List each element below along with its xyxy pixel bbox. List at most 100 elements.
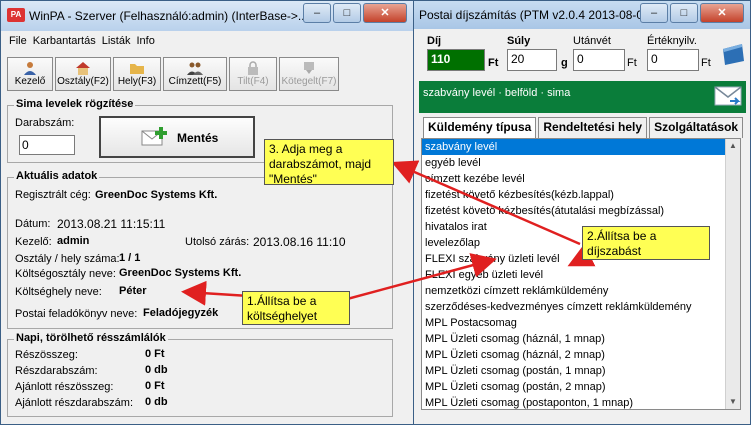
utanvet-label: Utánvét — [573, 35, 611, 47]
tab-rendeltetesi-hely[interactable]: Rendeltetési hely — [538, 117, 648, 138]
ertekny-label: Értéknyilv. — [647, 35, 697, 47]
kotegelt-button[interactable]: Kötegelt(F7) — [279, 57, 339, 91]
list-item[interactable]: MPL Üzleti csomag (postán, 2 mnap) — [422, 379, 740, 395]
list-item[interactable]: egyéb levél — [422, 155, 740, 171]
cimzett-button[interactable]: Címzett(F5) — [163, 57, 227, 91]
kezelo-value: admin — [57, 235, 90, 247]
utanvet-input[interactable]: 0 — [573, 49, 625, 71]
datum-label: Dátum: — [15, 218, 51, 230]
reszosszeg-label: Részösszeg: — [15, 349, 78, 361]
ertekny-input[interactable]: 0 — [647, 49, 699, 71]
selection-summary: szabvány levél · belföld · sima — [423, 87, 571, 99]
suly-input[interactable]: 20 — [507, 49, 557, 71]
postbox-icon[interactable] — [720, 41, 746, 67]
maximize-button[interactable]: □ — [333, 3, 361, 23]
mail-icon[interactable] — [714, 85, 742, 107]
tab-kuldemeny-tipusa[interactable]: Küldemény típusa — [423, 117, 537, 140]
osztaly-hely-label: Osztály / hely száma: — [15, 253, 120, 265]
app-icon: PA — [7, 8, 25, 22]
close-button[interactable]: ✕ — [363, 3, 407, 23]
folder-icon — [130, 64, 144, 74]
feladokonyv-label: Postai feladókönyv neve: — [15, 308, 138, 320]
tab-bar: Küldemény típusa Rendeltetési hely Szolg… — [423, 117, 745, 140]
list-item[interactable]: MPL Üzleti csomag (háznál, 2 mnap) — [422, 347, 740, 363]
menu-listak[interactable]: Listák — [102, 35, 131, 53]
title-bar[interactable]: PA WinPA - Szerver (Felhasználó:admin) (… — [1, 1, 413, 31]
osztaly-hely-value: 1 / 1 — [119, 252, 141, 264]
kezelo-label: Kezelő: — [15, 236, 52, 248]
menu-file[interactable]: File — [9, 35, 27, 53]
winpa-window: PA WinPA - Szerver (Felhasználó:admin) (… — [0, 0, 414, 425]
aktualis-adatok-title: Aktuális adatok — [14, 170, 100, 182]
list-item[interactable]: MPL Üzleti csomag (postaponton, 1 mnap) — [422, 395, 740, 409]
list-item[interactable]: nemzetközi címzett reklámküldemény — [422, 283, 740, 299]
minimize-button[interactable]: – — [640, 3, 668, 23]
fee-fields: Díj 110 Ft Súly 20 g Utánvét 0 Ft Értékn… — [421, 35, 750, 81]
dij-field: 110 — [427, 49, 485, 71]
postai-dijszamitas-window: Postai díjszámítás (PTM v2.0.4 2013-08-0… — [412, 0, 751, 425]
list-item[interactable]: MPL Üzleti csomag (postán, 1 mnap) — [422, 363, 740, 379]
suly-unit: g — [561, 57, 568, 69]
people-icon — [187, 62, 203, 75]
ertekny-unit: Ft — [701, 57, 711, 69]
callout-step3: 3. Adja meg a darabszámot, majd "Mentés" — [264, 139, 394, 186]
hely-button[interactable]: Hely(F3) — [113, 57, 161, 91]
window-title: WinPA - Szerver (Felhasználó:admin) (Int… — [29, 9, 308, 23]
tilt-button[interactable]: Tilt(F4) — [229, 57, 277, 91]
list-item[interactable]: fizetést követő kézbesítés(kézb.lappal) — [422, 187, 740, 203]
title-bar[interactable]: Postai díjszámítás (PTM v2.0.4 2013-08-0… — [413, 1, 750, 29]
toolbar: Kezelő Osztály(F2) Hely(F3) Címzett(F5) … — [7, 57, 391, 93]
envelope-add-icon — [141, 127, 167, 146]
koltseghely-label: Költséghely neve: — [15, 286, 102, 298]
ajanlott-reszdarabszam-value: 0 db — [145, 396, 168, 408]
list-item[interactable]: címzett kezébe levél — [422, 171, 740, 187]
reszdarabszam-label: Részdarabszám: — [15, 365, 98, 377]
ajanlott-reszosszeg-value: 0 Ft — [145, 380, 165, 392]
ajanlott-reszdarabszam-label: Ajánlott részdarabszám: — [15, 397, 133, 409]
koltsegosztaly-label: Költségosztály neve: — [15, 268, 116, 280]
menu-bar: File Karbantartás Listák Info — [9, 35, 155, 53]
callout-step2: 2.Állítsa be a díjszabást — [582, 226, 710, 260]
reg-ceg-label: Regisztrált cég: — [15, 189, 91, 201]
menu-karbantartas[interactable]: Karbantartás — [33, 35, 96, 53]
minimize-button[interactable]: – — [303, 3, 331, 23]
dij-label: Díj — [427, 35, 442, 47]
suly-label: Súly — [507, 35, 531, 47]
lock-icon — [248, 61, 258, 75]
house-icon — [76, 62, 90, 75]
list-item[interactable]: szabvány levél — [422, 139, 740, 155]
stack-icon — [304, 62, 314, 74]
close-button[interactable]: ✕ — [700, 3, 744, 23]
kezelo-button[interactable]: Kezelő — [7, 57, 53, 91]
datum-value: 2013.08.21 11:15:11 — [57, 217, 166, 231]
darabszam-input[interactable]: 0 — [19, 135, 75, 155]
list-item[interactable]: MPL Postacsomag — [422, 315, 740, 331]
dij-unit: Ft — [488, 57, 499, 69]
scroll-down-icon[interactable]: ▼ — [726, 395, 740, 409]
reszosszeg-value: 0 Ft — [145, 348, 165, 360]
list-item[interactable]: FLEXI egyéb üzleti levél — [422, 267, 740, 283]
scroll-up-icon[interactable]: ▲ — [726, 139, 740, 153]
darabszam-label: Darabszám: — [15, 117, 75, 129]
feladokonyv-value: Feladójegyzék — [143, 307, 219, 319]
list-scrollbar[interactable]: ▲ ▼ — [725, 139, 740, 409]
mentes-button[interactable]: Mentés — [99, 116, 255, 158]
koltseghely-value[interactable]: Péter — [119, 285, 147, 297]
sima-levelek-title: Sima levelek rögzítése — [14, 98, 136, 110]
ajanlott-reszosszeg-label: Ajánlott részösszeg: — [15, 381, 114, 393]
menu-info[interactable]: Info — [136, 35, 154, 53]
reszdarabszam-value: 0 db — [145, 364, 168, 376]
window-title: Postai díjszámítás (PTM v2.0.4 2013-08-0… — [419, 8, 654, 22]
list-item[interactable]: MPL Üzleti csomag (háznál, 1 mnap) — [422, 331, 740, 347]
user-icon — [24, 62, 36, 75]
list-item[interactable]: szerződéses-kedvezményes címzett reklámk… — [422, 299, 740, 315]
osztaly-button[interactable]: Osztály(F2) — [55, 57, 111, 91]
tab-szolgaltatasok[interactable]: Szolgáltatások — [649, 117, 744, 138]
napi-resszamlalok-title: Napi, törölhető résszámlálók — [14, 332, 168, 344]
utolso-zaras-value: 2013.08.16 11:10 — [253, 235, 346, 249]
maximize-button[interactable]: □ — [670, 3, 698, 23]
utanvet-unit: Ft — [627, 57, 637, 69]
kuldemeny-list[interactable]: szabvány levél egyéb levél címzett kezébe … — [421, 138, 741, 410]
list-item[interactable]: fizetést követő kézbesítés(átutalási meg… — [422, 203, 740, 219]
callout-step1: 1.Állítsa be a költséghelyet — [242, 291, 350, 325]
